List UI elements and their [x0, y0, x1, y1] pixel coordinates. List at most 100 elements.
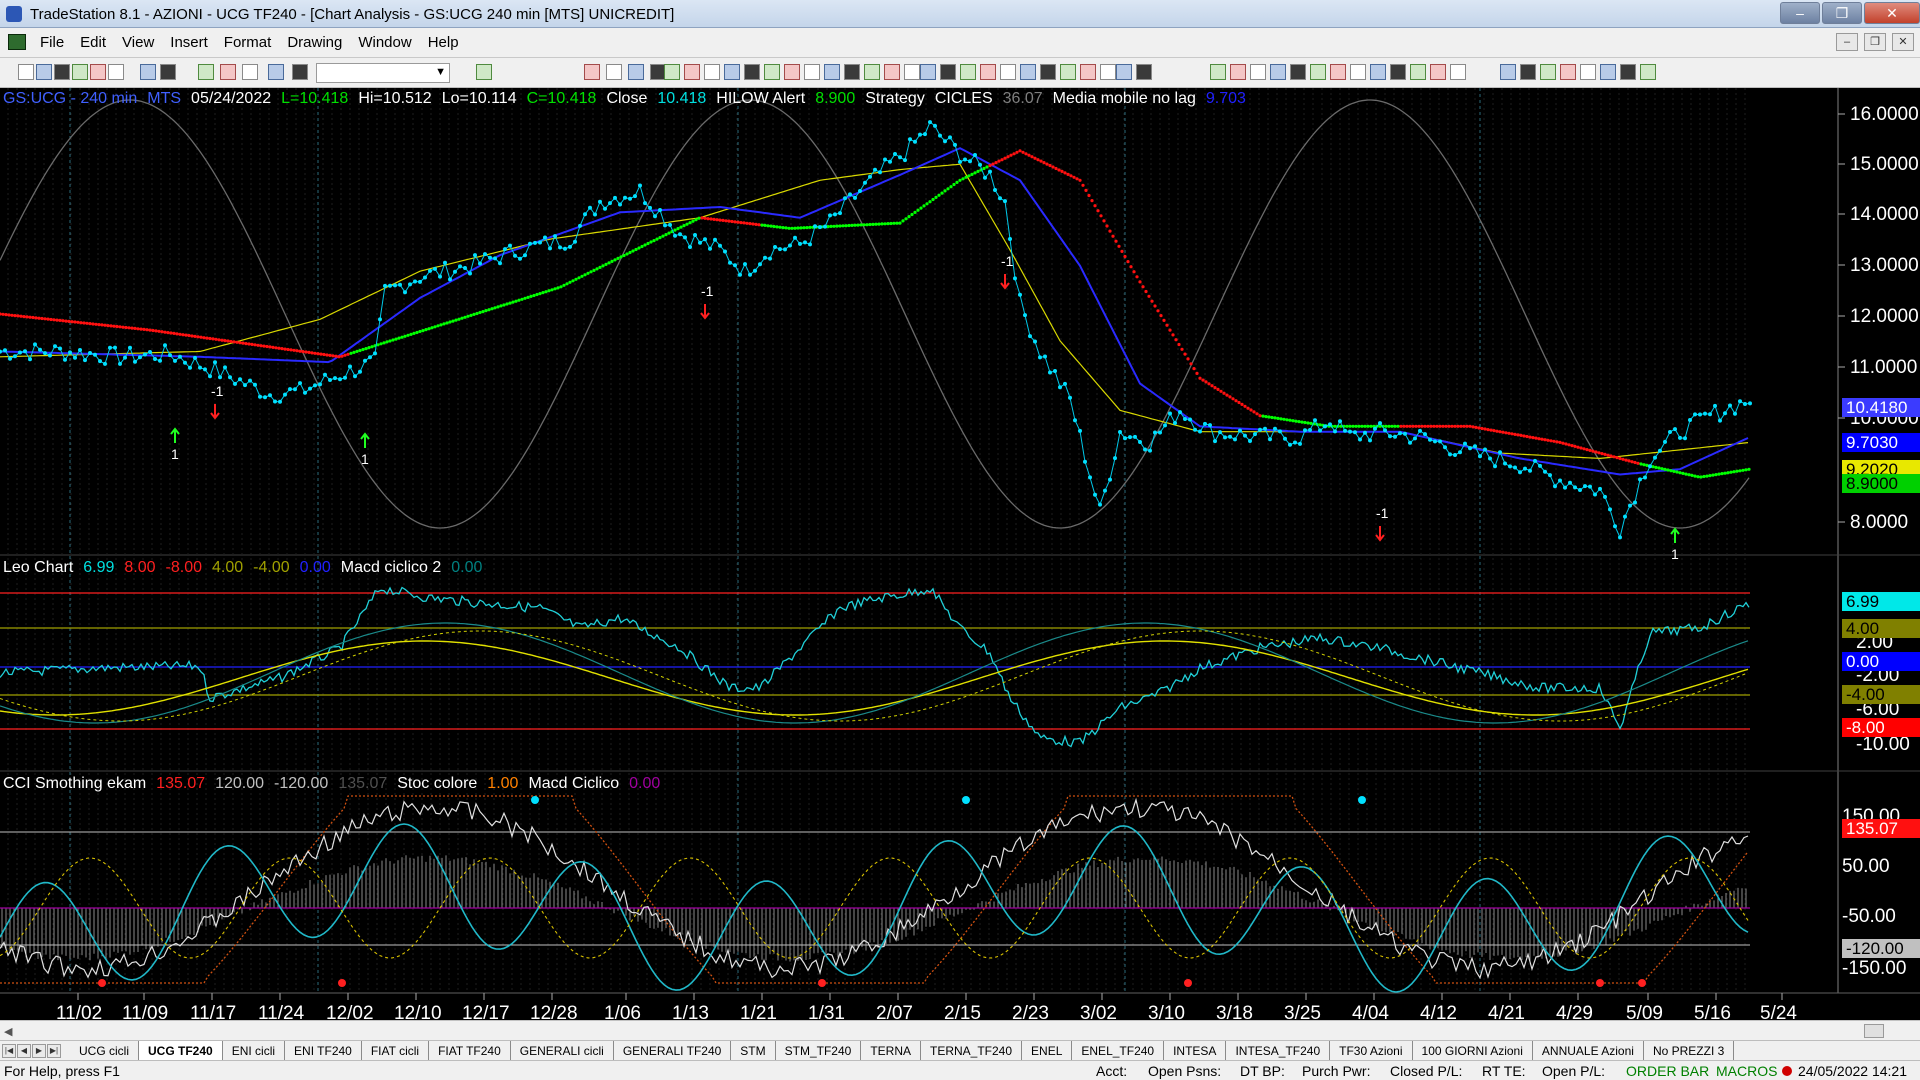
toolbar-tool-icon[interactable]: [1250, 64, 1266, 80]
toolbar-tool-icon[interactable]: [198, 64, 214, 80]
toolbar-tool-icon[interactable]: [628, 64, 644, 80]
tab-intesa-tf240[interactable]: INTESA_TF240: [1226, 1041, 1331, 1060]
toolbar-tool-icon[interactable]: [664, 64, 680, 80]
toolbar-tool-icon[interactable]: [704, 64, 720, 80]
toolbar-tool-icon[interactable]: [960, 64, 976, 80]
toolbar-tool-icon[interactable]: [724, 64, 740, 80]
menu-view[interactable]: View: [114, 34, 162, 51]
tab-100-giorni-azioni[interactable]: 100 GIORNI Azioni: [1413, 1041, 1533, 1060]
tab-fiat-cicli[interactable]: FIAT cicli: [362, 1041, 430, 1060]
scroll-left-icon[interactable]: ◀: [4, 1025, 12, 1038]
toolbar-tool-icon[interactable]: [1640, 64, 1656, 80]
toolbar-tool-icon[interactable]: [1500, 64, 1516, 80]
tab-ucg-cicli[interactable]: UCG cicli: [70, 1041, 139, 1060]
toolbar-tool-icon[interactable]: [1136, 64, 1152, 80]
mdi-minimize-button[interactable]: –: [1836, 33, 1858, 51]
tab-fiat-tf240[interactable]: FIAT TF240: [429, 1041, 511, 1060]
menu-help[interactable]: Help: [420, 34, 467, 51]
toolbar-tool-icon[interactable]: [980, 64, 996, 80]
tab-next-icon[interactable]: ▶: [32, 1044, 46, 1058]
toolbar-tool-icon[interactable]: [36, 64, 52, 80]
toolbar-tool-icon[interactable]: [1520, 64, 1536, 80]
toolbar-tool-icon[interactable]: [160, 64, 176, 80]
tab-eni-cicli[interactable]: ENI cicli: [223, 1041, 286, 1060]
tab-stm[interactable]: STM: [731, 1041, 776, 1060]
horizontal-scrollbar[interactable]: ◀: [0, 1020, 1920, 1040]
toolbar-tool-icon[interactable]: [54, 64, 70, 80]
toolbar-tool-icon[interactable]: [1580, 64, 1596, 80]
toolbar-tool-icon[interactable]: [1410, 64, 1426, 80]
status-order-bar[interactable]: ORDER BAR: [1626, 1063, 1709, 1079]
chart-canvas[interactable]: -1 1 1 -1 -1 -1 1 16.0000 15.0000 14.0000 13.0000 1…: [0, 88, 1920, 1020]
mdi-close-button[interactable]: ✕: [1892, 33, 1914, 51]
toolbar-tool-icon[interactable]: [90, 64, 106, 80]
tab-first-icon[interactable]: |◀: [2, 1044, 16, 1058]
tab-annuale-azioni[interactable]: ANNUALE Azioni: [1533, 1041, 1644, 1060]
toolbar-tool-icon[interactable]: [1000, 64, 1016, 80]
toolbar-tool-icon[interactable]: [268, 64, 284, 80]
tab-eni-tf240[interactable]: ENI TF240: [285, 1041, 362, 1060]
tab-terna[interactable]: TERNA: [861, 1041, 921, 1060]
tab-enel[interactable]: ENEL: [1022, 1041, 1073, 1060]
tab-prev-icon[interactable]: ◀: [17, 1044, 31, 1058]
toolbar-tool-icon[interactable]: [1310, 64, 1326, 80]
menu-drawing[interactable]: Drawing: [279, 34, 350, 51]
tab-tf30-azioni[interactable]: TF30 Azioni: [1330, 1041, 1413, 1060]
toolbar-tool-icon[interactable]: [476, 64, 492, 80]
toolbar-tool-icon[interactable]: [140, 64, 156, 80]
toolbar-tool-icon[interactable]: [1230, 64, 1246, 80]
toolbar-tool-icon[interactable]: [1116, 64, 1132, 80]
toolbar-tool-icon[interactable]: [1430, 64, 1446, 80]
symbol-combo[interactable]: ▼: [316, 63, 450, 83]
tab-terna-tf240[interactable]: TERNA_TF240: [921, 1041, 1023, 1060]
tab-generali-cicli[interactable]: GENERALI cicli: [511, 1041, 614, 1060]
toolbar-tool-icon[interactable]: [1620, 64, 1636, 80]
toolbar-tool-icon[interactable]: [940, 64, 956, 80]
toolbar-tool-icon[interactable]: [1290, 64, 1306, 80]
toolbar-tool-icon[interactable]: [1370, 64, 1386, 80]
toolbar-tool-icon[interactable]: [1080, 64, 1096, 80]
menu-file[interactable]: File: [32, 34, 72, 51]
toolbar-tool-icon[interactable]: [824, 64, 840, 80]
toolbar-tool-icon[interactable]: [804, 64, 820, 80]
toolbar-tool-icon[interactable]: [1600, 64, 1616, 80]
toolbar-tool-icon[interactable]: [1540, 64, 1556, 80]
toolbar-tool-icon[interactable]: [242, 64, 258, 80]
maximize-button[interactable]: ❐: [1822, 2, 1862, 24]
toolbar-tool-icon[interactable]: [744, 64, 760, 80]
status-macros[interactable]: MACROS: [1716, 1063, 1777, 1079]
menu-edit[interactable]: Edit: [72, 34, 114, 51]
tab-last-icon[interactable]: ▶|: [47, 1044, 61, 1058]
toolbar-tool-icon[interactable]: [220, 64, 236, 80]
toolbar-tool-icon[interactable]: [1350, 64, 1366, 80]
scroll-thumb[interactable]: [1864, 1024, 1884, 1038]
tab-intesa[interactable]: INTESA: [1164, 1041, 1227, 1060]
minimize-button[interactable]: –: [1780, 2, 1820, 24]
toolbar-tool-icon[interactable]: [764, 64, 780, 80]
tab-no-prezzi-3[interactable]: No PREZZI 3: [1644, 1041, 1735, 1060]
toolbar-tool-icon[interactable]: [1270, 64, 1286, 80]
tab-stm-tf240[interactable]: STM_TF240: [776, 1041, 862, 1060]
toolbar-tool-icon[interactable]: [1390, 64, 1406, 80]
toolbar-tool-icon[interactable]: [1040, 64, 1056, 80]
toolbar-tool-icon[interactable]: [18, 64, 34, 80]
toolbar-tool-icon[interactable]: [1450, 64, 1466, 80]
toolbar-tool-icon[interactable]: [1100, 64, 1116, 80]
toolbar-tool-icon[interactable]: [606, 64, 622, 80]
toolbar-tool-icon[interactable]: [1020, 64, 1036, 80]
toolbar-tool-icon[interactable]: [108, 64, 124, 80]
close-button[interactable]: ✕: [1864, 2, 1920, 24]
toolbar-tool-icon[interactable]: [684, 64, 700, 80]
toolbar-tool-icon[interactable]: [292, 64, 308, 80]
toolbar-tool-icon[interactable]: [864, 64, 880, 80]
menu-window[interactable]: Window: [350, 34, 419, 51]
toolbar-tool-icon[interactable]: [1560, 64, 1576, 80]
toolbar-tool-icon[interactable]: [784, 64, 800, 80]
menu-insert[interactable]: Insert: [162, 34, 216, 51]
toolbar-tool-icon[interactable]: [904, 64, 920, 80]
toolbar-tool-icon[interactable]: [1210, 64, 1226, 80]
mdi-restore-button[interactable]: ❐: [1864, 33, 1886, 51]
toolbar-tool-icon[interactable]: [920, 64, 936, 80]
toolbar-tool-icon[interactable]: [72, 64, 88, 80]
chart-document-icon[interactable]: [8, 34, 26, 50]
